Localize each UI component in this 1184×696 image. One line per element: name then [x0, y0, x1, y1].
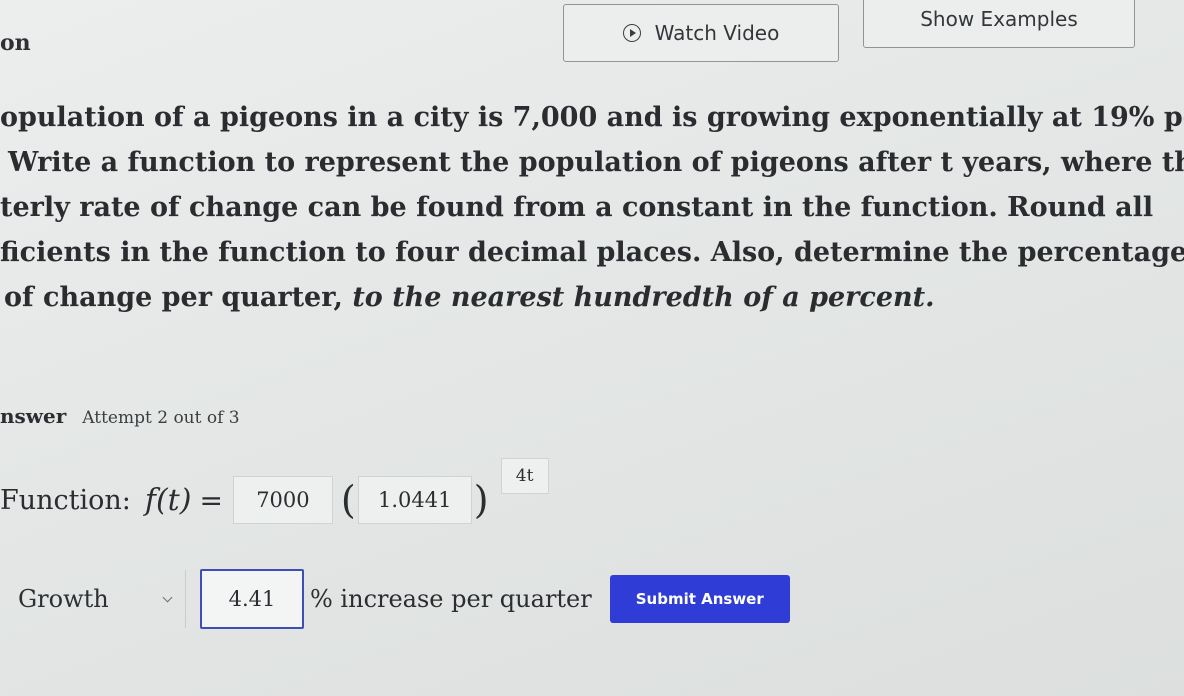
close-paren: ) — [473, 478, 489, 522]
percent-suffix-label: % increase per quarter — [310, 585, 592, 613]
growth-decay-select[interactable]: Growth — [0, 570, 186, 628]
function-label: Function: — [0, 484, 131, 516]
growth-select-value: Growth — [18, 585, 109, 613]
problem-statement: opulation of a pigeons in a city is 7,00… — [0, 95, 1184, 320]
attempt-counter: Attempt 2 out of 3 — [82, 408, 240, 428]
problem-line: Write a function to represent the popula… — [8, 147, 1184, 178]
problem-line: ficients in the function to four decimal… — [0, 237, 1184, 268]
problem-line: opulation of a pigeons in a city is 7,00… — [0, 102, 1184, 133]
exponent-input[interactable]: 4t — [500, 458, 549, 494]
function-expression: f(t) — [144, 482, 192, 518]
problem-line-last: of change per quarter, to the nearest hu… — [0, 275, 1184, 320]
percent-change-input[interactable]: 4.41 — [200, 569, 304, 629]
show-examples-label: Show Examples — [920, 7, 1078, 31]
chevron-down-icon — [162, 592, 173, 602]
watch-video-button[interactable]: Watch Video — [563, 4, 839, 62]
growth-row: Growth 4.41 % increase per quarter Submi… — [0, 566, 790, 632]
problem-line: of change per quarter, — [4, 282, 353, 313]
answer-header: nswer Attempt 2 out of 3 — [0, 404, 240, 428]
page-title-fragment: on — [0, 30, 31, 56]
problem-line: terly rate of change can be found from a… — [0, 192, 1154, 223]
coefficient-input[interactable]: 7000 — [232, 476, 333, 524]
function-row: Function: f(t) = 7000 ( 1.0441 ) 4t — [0, 458, 549, 530]
base-input[interactable]: 1.0441 — [357, 476, 472, 524]
answer-label: nswer — [0, 404, 67, 428]
open-paren: ( — [340, 478, 356, 522]
equals-sign: = — [199, 483, 223, 517]
problem-emphasis: to the nearest hundredth of a percent. — [352, 282, 935, 313]
watch-video-label: Watch Video — [654, 21, 780, 45]
play-circle-icon — [622, 24, 641, 42]
submit-answer-button[interactable]: Submit Answer — [609, 575, 790, 623]
show-examples-button[interactable]: Show Examples — [863, 0, 1135, 48]
